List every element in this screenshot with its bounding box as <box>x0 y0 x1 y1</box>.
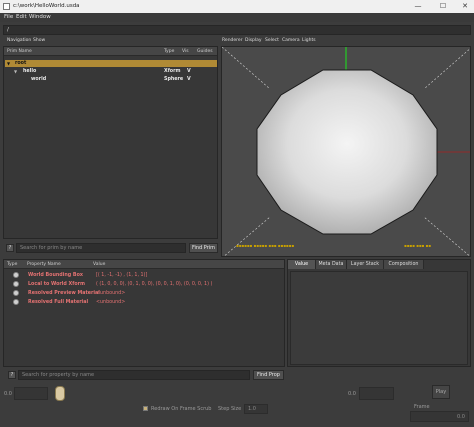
menu-select[interactable]: Select <box>265 38 279 43</box>
expand-arrow-icon[interactable]: ▼ <box>7 61 10 66</box>
col-guides[interactable]: Guides <box>197 49 213 54</box>
prim-row-world[interactable]: world Sphere V <box>5 76 217 83</box>
property-value: <unbound> <box>96 299 126 305</box>
menu-camera[interactable]: Camera <box>282 38 300 43</box>
property-search-help-button[interactable]: ? <box>8 371 16 379</box>
col-value[interactable]: Value <box>93 262 105 267</box>
prim-search-field <box>16 243 186 253</box>
redraw-label: Redraw On Frame Scrub <box>151 406 212 412</box>
col-type[interactable]: Type <box>7 262 17 267</box>
hud-camera-info: ▪▪▪▪ ▪▪▪ ▪▪ <box>404 243 431 248</box>
expand-arrow-icon[interactable]: ▼ <box>14 69 17 74</box>
menu-bar: File Edit Window <box>0 13 474 22</box>
menu-navigation[interactable]: Navigation <box>7 38 31 43</box>
menu-lights[interactable]: Lights <box>302 38 316 43</box>
menu-show[interactable]: Show <box>33 38 45 43</box>
play-button[interactable]: Play <box>432 385 450 399</box>
property-row[interactable]: Local to World Xform ( (1, 0, 0, 0), (0,… <box>4 280 284 288</box>
property-name: Resolved Full Material <box>28 299 89 305</box>
title-bar: c:\work\HelloWorld.usda — ☐ ✕ <box>0 0 474 13</box>
range-start-label: 0.0 <box>4 391 12 397</box>
menu-window[interactable]: Window <box>29 14 51 20</box>
property-value: ( (1, 0, 0, 0), (0, 1, 0, 0), (0, 0, 1, … <box>96 281 213 287</box>
menu-file[interactable]: File <box>4 14 13 20</box>
path-value: / <box>7 27 9 33</box>
property-view: Type Property Name Value World Bounding … <box>3 259 285 367</box>
maximize-button[interactable]: ☐ <box>434 1 452 12</box>
step-size-value: 1.0 <box>248 406 256 412</box>
tab-layer-stack[interactable]: Layer Stack <box>347 260 384 269</box>
property-row[interactable]: Resolved Full Material <unbound> <box>4 298 284 306</box>
menu-display[interactable]: Display <box>245 38 262 43</box>
property-row[interactable]: Resolved Preview Material <unbound> <box>4 289 284 297</box>
range-end-field[interactable] <box>359 387 394 400</box>
viewport-3d[interactable]: ▪▪▪▪▪▪ ▪▪▪▪▪ ▪▪▪ ▪▪▪▪▪▪ ▪▪▪▪ ▪▪▪ ▪▪ <box>221 46 471 257</box>
app-icon <box>3 3 10 10</box>
hud-info: ▪▪▪▪▪▪ ▪▪▪▪▪ ▪▪▪ ▪▪▪▪▪▪ <box>236 243 295 248</box>
minimize-button[interactable]: — <box>409 1 427 12</box>
prim-name: world <box>31 77 47 82</box>
redraw-checkbox[interactable] <box>143 406 148 411</box>
property-name: Resolved Preview Material <box>28 290 100 296</box>
frame-field[interactable]: 0.0 <box>410 411 469 422</box>
property-name: World Bounding Box <box>28 272 83 278</box>
computed-property-icon <box>13 290 19 296</box>
property-value: <unbound> <box>96 290 126 296</box>
sphere-mesh[interactable] <box>256 69 438 235</box>
prim-name: hello <box>23 69 37 74</box>
col-prim-name[interactable]: Prim Name <box>7 49 32 54</box>
property-search-input[interactable] <box>19 371 249 379</box>
find-prim-button[interactable]: Find Prim <box>189 243 218 253</box>
prim-type: Sphere <box>164 77 184 82</box>
col-property-name[interactable]: Property Name <box>27 262 61 267</box>
prim-type: Xform <box>164 69 181 74</box>
range-start-field[interactable] <box>14 387 48 400</box>
step-size-label: Step Size <box>218 406 242 412</box>
menu-edit[interactable]: Edit <box>16 14 27 20</box>
inspector-panel: Value Meta Data Layer Stack Composition <box>287 259 471 367</box>
property-name: Local to World Xform <box>28 281 85 287</box>
tab-meta-data[interactable]: Meta Data <box>316 260 347 269</box>
tab-composition[interactable]: Composition <box>384 260 424 269</box>
prim-search-input[interactable] <box>17 244 185 252</box>
prim-row-hello[interactable]: ▼ hello Xform V <box>5 68 217 75</box>
find-prop-button[interactable]: Find Prop <box>253 370 284 380</box>
computed-property-icon <box>13 281 19 287</box>
window-title: c:\work\HelloWorld.usda <box>13 3 80 9</box>
prim-vis[interactable]: V <box>187 77 191 82</box>
col-vis[interactable]: Vis <box>182 49 189 54</box>
frame-value: 0.0 <box>457 414 465 420</box>
prim-tree-header: Prim Name Type Vis Guides <box>4 47 217 56</box>
prim-row-root[interactable]: ▼ root <box>5 60 217 67</box>
tab-value[interactable]: Value <box>288 260 316 269</box>
computed-property-icon <box>13 299 19 305</box>
prim-tree: Prim Name Type Vis Guides ▼ root ▼ hello… <box>3 46 218 239</box>
viewport-canvas[interactable] <box>222 47 471 257</box>
range-end-label: 0.0 <box>348 391 356 397</box>
property-row[interactable]: World Bounding Box [( 1, -1, -1) , (1, 1… <box>4 271 284 279</box>
property-search-field <box>18 370 250 380</box>
inspector-content <box>290 271 468 365</box>
property-header: Type Property Name Value <box>4 260 284 269</box>
computed-property-icon <box>13 272 19 278</box>
prim-name: root <box>15 61 27 66</box>
prim-search-help-button[interactable]: ? <box>6 244 14 252</box>
menu-renderer[interactable]: Renderer <box>222 38 243 43</box>
property-value: [( 1, -1, -1) , (1, 1, 1)] <box>96 272 148 278</box>
frame-label: Frame <box>414 404 430 410</box>
close-button[interactable]: ✕ <box>456 1 474 12</box>
step-size-field[interactable]: 1.0 <box>244 404 268 414</box>
timeline-slider-handle[interactable] <box>55 386 65 401</box>
prim-vis[interactable]: V <box>187 69 191 74</box>
path-field[interactable]: / <box>3 25 471 35</box>
col-type[interactable]: Type <box>164 49 174 54</box>
